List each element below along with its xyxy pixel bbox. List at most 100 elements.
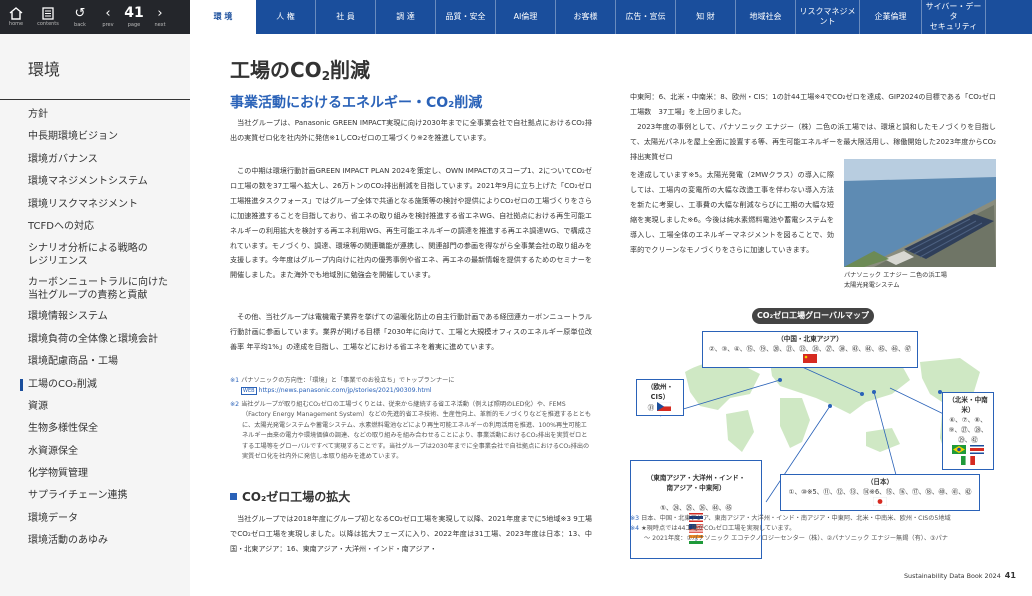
sidebar-item-15[interactable]: 化学物質管理 (0, 467, 190, 480)
tab-8[interactable]: 知 財 (676, 0, 736, 34)
photo-caption: パナソニック エナジー 二色の浜工場 太陽光発電システム (844, 272, 947, 289)
sidebar-item-11[interactable]: 工場のCO₂削減 (0, 378, 190, 391)
footnote-2: ※2 当社グループが取り組むCO₂ゼロの工場づくりとは、従来から継続する省エネ活… (230, 400, 592, 462)
tab-2[interactable]: 社 員 (316, 0, 376, 34)
sidebar-divider (0, 99, 190, 100)
region-name: （日本） (866, 478, 894, 486)
china-flag-icon (803, 354, 817, 363)
region-name: （中国・北東アジア） (777, 335, 843, 343)
contents-button[interactable]: contents (32, 0, 64, 34)
map-title: CO₂ゼロ工場グローバルマップ (752, 308, 874, 324)
tab-7[interactable]: 広告・宣伝 (616, 0, 676, 34)
sidebar-item-16[interactable]: サプライチェーン連携 (0, 489, 190, 502)
factory-ids: ①、⑩※5、⑪、⑫、⑬、⑭※6、⑮、⑯、⑰、⑱、㊵、㊶、㊷ (788, 488, 972, 496)
sidebar-item-6[interactable]: シナリオ分析による戦略の レジリエンス (0, 242, 190, 268)
sidebar-item-0[interactable]: 方針 (0, 108, 190, 121)
sidebar-item-3[interactable]: 環境マネジメントシステム (0, 175, 190, 188)
sidebar-item-17[interactable]: 環境データ (0, 512, 190, 525)
tab-12[interactable]: サイバー・データ セキュリティ (922, 0, 986, 34)
tab-5[interactable]: AI倫理 (496, 0, 556, 34)
factory-ids: ㉛ (647, 404, 655, 412)
region-name: （東南アジア・大洋州・インド・ 南アジア・中東阿） (646, 474, 746, 492)
category-tabs: 環 境人 権社 員調 達品質・安全 AI倫理 お客様 広告・宣伝知 財地域社会 リスクマ… (190, 0, 986, 34)
footer-page-number: 41 (1004, 571, 1016, 580)
region-europe-box: （欧州・CIS） ㉛ (636, 379, 684, 416)
contents-icon (42, 7, 54, 20)
factory-ids: ②、③、④、⑮、⑲、⑳、㉑、㉓、㉔、㉗、㊳、㊸、㊹、㊺、㊻、㊼ (708, 345, 912, 353)
page-footer: Sustainability Data Book 2024 41 (904, 571, 1016, 580)
sidebar-item-7[interactable]: カーボンニュートラルに向けた 当社グループの責務と貢献 (0, 276, 190, 302)
sidebar-item-1[interactable]: 中長期環境ビジョン (0, 130, 190, 143)
footnote-link[interactable]: https://news.panasonic.com/jp/stories/20… (259, 387, 432, 394)
note-text: ～ 2021年度：①パナソニック エコテクノロジーセンター（株）、②パナソニック… (644, 535, 948, 542)
page-indicator[interactable]: 41 page (120, 0, 148, 34)
page-title: 工場のCO2削減 (230, 58, 371, 83)
prev-label: prev (102, 21, 114, 28)
back-button[interactable]: ↺ back (64, 0, 96, 34)
section-title: 事業活動におけるエネルギー・CO₂削減 (230, 95, 483, 111)
sidebar-item-18[interactable]: 環境活動のあゆみ (0, 534, 190, 547)
prev-page-button[interactable]: ‹ prev (96, 0, 120, 34)
costa-rica-flag-icon (970, 445, 985, 454)
tab-10[interactable]: リスクマネジメント (796, 0, 860, 34)
footnote-mark: ※2 (230, 401, 240, 408)
sidebar-menu: 方針中長期環境ビジョン 環境ガバナンス 環境マネジメントシステム 環境リスクマネジメン… (0, 108, 190, 557)
factory-ids: ⑤、㉔、㉕、㉖、㊹、㊺ (660, 504, 732, 512)
footnote-mark: ※1 (230, 377, 240, 384)
subsection-title: CO₂ゼロ工場の拡大 (230, 488, 350, 505)
tab-9[interactable]: 地域社会 (736, 0, 796, 34)
sidebar: 環境 方針中長期環境ビジョン 環境ガバナンス 環境マネジメントシステム 環境リスクマネ… (0, 34, 190, 596)
sidebar-item-14[interactable]: 水資源保全 (0, 445, 190, 458)
region-name: （欧州・CIS） (646, 383, 674, 401)
factory-solar-photo (844, 159, 996, 267)
contents-label: contents (37, 21, 59, 27)
tab-6[interactable]: お客様 (556, 0, 616, 34)
home-label: home (8, 21, 24, 27)
czech-flag-icon (657, 402, 672, 411)
paragraph-intro: 当社グループは、Panasonic GREEN IMPACT実現に向け2030年… (230, 118, 592, 142)
square-bullet-icon (230, 493, 237, 500)
tab-0[interactable]: 環 境 (190, 0, 256, 34)
chevron-right-icon: › (157, 5, 163, 21)
tab-1[interactable]: 人 権 (256, 0, 316, 34)
brazil-flag-icon (951, 445, 966, 454)
toolbar: home contents ↺ back ‹ prev 41 page › ne… (0, 0, 190, 34)
notes: ※3 日本、中国・北東アジア、東南アジア・大洋州・インド・南アジア・中東阿、北米… (630, 514, 996, 544)
paragraph-case-lead: 2023年度の事例として、パナソニック エナジー（株）二色の浜工場では、環境と調… (630, 122, 996, 161)
region-americas-box: （北米・中南米） ⑥、⑦、⑧、⑨、㉗、㉘、㉙、㊷ (942, 392, 994, 470)
tab-4[interactable]: 品質・安全 (436, 0, 496, 34)
global-map: CO₂ゼロ工場グローバルマップ （中国・北東アジア） ②、③、④、⑮、⑲、⑳、㉑… (630, 302, 996, 559)
page-label: page (127, 22, 141, 28)
sidebar-title: 環境 (28, 60, 61, 79)
note-mark: ※4 (630, 525, 640, 532)
region-asia-box: （東南アジア・大洋州・インド・ 南アジア・中東阿） ⑤、㉔、㉕、㉖、㊹、㊺ (630, 460, 762, 559)
note-text: ★現時点では44工場がCO₂ゼロ工場を実現しています。 (641, 525, 796, 532)
paragraph-expansion: 当社グループでは2018年度にグループ初となるCO₂ゼロ工場を実現して以降、20… (230, 514, 592, 553)
sidebar-item-13[interactable]: 生物多様性保全 (0, 422, 190, 435)
sidebar-item-12[interactable]: 資源 (0, 400, 190, 413)
sidebar-item-5[interactable]: TCFDへの対応 (0, 220, 190, 233)
region-name: （北米・中南米） (948, 396, 988, 414)
sidebar-item-9[interactable]: 環境負荷の全体像と環境会計 (0, 333, 190, 346)
web-icon: WEB (241, 387, 257, 396)
note-mark: ※3 (630, 515, 640, 522)
factory-ids: ⑥、⑦、⑧、⑨、㉗、㉘、㉙、㊷ (948, 416, 988, 444)
tab-11[interactable]: 企業倫理 (860, 0, 922, 34)
next-page-button[interactable]: › next (148, 0, 172, 34)
mexico-flag-icon (961, 456, 975, 465)
chevron-left-icon: ‹ (105, 5, 111, 21)
tab-3[interactable]: 調 達 (376, 0, 436, 34)
home-button[interactable]: home (0, 0, 32, 34)
sidebar-item-10[interactable]: 環境配慮商品・工場 (0, 355, 190, 368)
book-title: Sustainability Data Book 2024 (904, 572, 1001, 580)
paragraph-continued: 中東阿：6、北米・中南米：8、欧州・CIS：1の計44工場※4でCO₂ゼロを達成… (630, 92, 996, 116)
sidebar-item-2[interactable]: 環境ガバナンス (0, 153, 190, 166)
next-label: next (154, 21, 166, 28)
japan-flag-icon (873, 497, 887, 506)
main-content: 工場のCO2削減 事業活動におけるエネルギー・CO₂削減 当社グループは、Pan… (190, 34, 1032, 596)
sidebar-item-8[interactable]: 環境情報システム (0, 310, 190, 323)
paragraph-plan: この中期は環境行動計画GREEN IMPACT PLAN 2024を策定し、OW… (230, 166, 592, 280)
footnote-text: 当社グループが取り組むCO₂ゼロの工場づくりとは、従来から継続する省エネ活動（例… (241, 401, 592, 461)
sidebar-item-4[interactable]: 環境リスクマネジメント (0, 198, 190, 211)
home-icon (9, 7, 23, 20)
